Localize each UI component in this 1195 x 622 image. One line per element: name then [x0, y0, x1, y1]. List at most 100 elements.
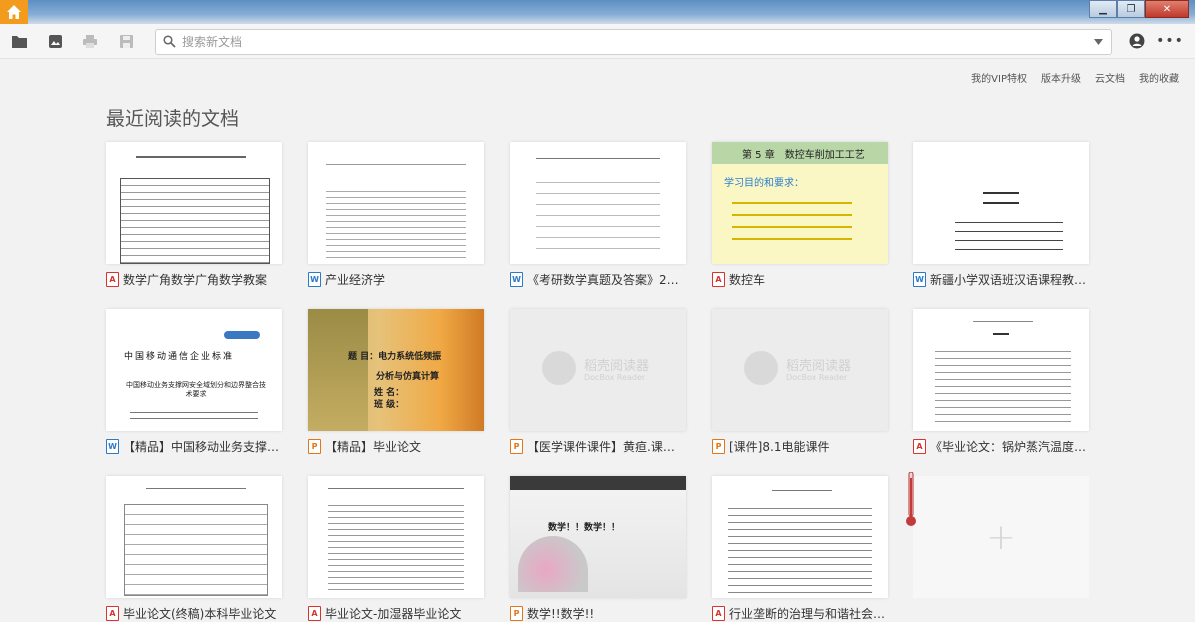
floppy-icon — [119, 34, 133, 48]
doc-card[interactable]: 稻壳阅读器 DocBox Reader P 【医学课件课件】黄疸.课件... — [510, 309, 686, 455]
doc-card[interactable]: W 产业经济学 — [308, 142, 484, 288]
open-folder-button[interactable] — [10, 32, 28, 50]
title-bar: ▁ ❐ ✕ — [0, 0, 1195, 24]
favorites-link[interactable]: 我的收藏 — [1139, 70, 1179, 85]
doc-card[interactable]: A 毕业论文(终稿)本科毕业论文 — [106, 476, 282, 622]
standard-subtitle: 中国移动业务支撑网安全域划分和边界整合技术要求 — [126, 381, 266, 398]
ppt-icon: P — [510, 439, 523, 454]
word-icon: W — [510, 272, 523, 287]
doc-thumbnail[interactable] — [106, 142, 282, 264]
close-icon: ✕ — [1162, 3, 1172, 15]
doc-title: 产业经济学 — [325, 273, 386, 287]
standard-title: 中国移动通信企业标准 — [124, 352, 235, 362]
doc-title: 【精品】毕业论文 — [325, 440, 422, 454]
doc-card[interactable]: A 数学广角数学广角数学教案 — [106, 142, 282, 288]
doc-card[interactable]: 中国移动通信企业标准 中国移动业务支撑网安全域划分和边界整合技术要求 W 【精品】… — [106, 309, 282, 455]
doc-card[interactable]: 第 5 章 数控车削加工工艺 学习目的和要求： A 数控车 — [712, 142, 888, 288]
cloud-save-button[interactable] — [46, 32, 64, 50]
thesis-class: 班 级： — [374, 400, 405, 410]
slide-title: 第 5 章 数控车削加工工艺 — [742, 150, 865, 161]
page-title: 最近阅读的文档 — [106, 108, 240, 130]
word-icon: W — [106, 439, 119, 454]
doc-thumbnail[interactable] — [712, 476, 888, 598]
toolbar: ••• — [0, 24, 1195, 59]
user-icon — [1129, 33, 1145, 49]
doc-thumbnail[interactable]: 中国移动通信企业标准 中国移动业务支撑网安全域划分和边界整合技术要求 — [106, 309, 282, 431]
minimize-button[interactable]: ▁ — [1089, 0, 1117, 18]
ppt-icon: P — [712, 439, 725, 454]
doc-thumbnail[interactable]: 稻壳阅读器 DocBox Reader — [712, 309, 888, 431]
add-document-tile[interactable]: + — [913, 476, 1089, 598]
doc-title: 数学!!数学!! — [527, 607, 595, 621]
pdf-icon: A — [308, 606, 321, 621]
doc-thumbnail[interactable] — [913, 142, 1089, 264]
doc-title: 毕业论文(终稿)本科毕业论文 — [123, 607, 277, 621]
doc-card[interactable]: 稻壳阅读器 DocBox Reader P [课件]8.1电能课件 — [712, 309, 888, 455]
slide-text: 数学！！数学！！ — [548, 523, 621, 533]
doc-title: 数学广角数学广角数学教案 — [123, 273, 268, 287]
watermark-cn: 稻壳阅读器 — [786, 359, 852, 374]
pdf-icon: A — [106, 272, 119, 287]
home-icon — [7, 5, 21, 19]
more-button[interactable]: ••• — [1156, 32, 1183, 50]
doc-thumbnail[interactable] — [510, 142, 686, 264]
doc-title: 行业垄断的治理与和谐社会的... — [729, 607, 888, 621]
chevron-down-icon[interactable] — [1094, 39, 1103, 45]
doc-thumbnail[interactable] — [308, 142, 484, 264]
plus-icon: + — [985, 516, 1017, 558]
thesis-topic-line2: 分析与仿真计算 — [376, 372, 440, 382]
printer-icon — [83, 34, 97, 48]
photo-icon — [48, 34, 62, 48]
watermark-en: DocBox Reader — [786, 373, 848, 382]
search-icon — [163, 35, 176, 48]
home-button[interactable] — [0, 0, 28, 24]
doc-thumbnail[interactable]: 数学！！数学！！ — [510, 476, 686, 598]
docbox-logo-icon — [744, 351, 778, 385]
folder-icon — [11, 35, 27, 48]
doc-card[interactable]: A 行业垄断的治理与和谐社会的... — [712, 476, 888, 622]
more-icon: ••• — [1156, 33, 1184, 49]
doc-card[interactable]: W 《考研数学真题及答案》200... — [510, 142, 686, 288]
minimize-icon: ▁ — [1099, 3, 1107, 15]
cloud-docs-link[interactable]: 云文档 — [1095, 70, 1125, 85]
docbox-logo-icon — [542, 351, 576, 385]
pdf-icon: A — [913, 439, 926, 454]
doc-thumbnail[interactable]: 稻壳阅读器 DocBox Reader — [510, 309, 686, 431]
watermark-en: DocBox Reader — [584, 373, 646, 382]
doc-thumbnail[interactable] — [913, 309, 1089, 431]
search-box[interactable] — [155, 29, 1112, 55]
doc-card[interactable]: W 新疆小学双语班汉语课程教案... — [913, 142, 1089, 288]
doc-card[interactable]: 题 目：电力系统低频振 分析与仿真计算 姓 名： 班 级： P 【精品】毕业论文 — [308, 309, 484, 455]
thermometer-icon — [906, 472, 916, 526]
doc-thumbnail[interactable] — [308, 476, 484, 598]
print-button[interactable] — [81, 32, 99, 50]
doc-title: 【医学课件课件】黄疸.课件... — [527, 440, 686, 454]
pdf-icon: A — [712, 606, 725, 621]
ppt-icon: P — [308, 439, 321, 454]
thesis-topic: 题 目：电力系统低频振 — [348, 352, 442, 362]
doc-title: 数控车 — [729, 273, 766, 287]
watermark-cn: 稻壳阅读器 — [584, 359, 650, 374]
doc-title: 《毕业论文：锅炉蒸汽温度控... — [930, 440, 1089, 454]
account-button[interactable] — [1128, 32, 1146, 50]
top-links: 我的VIP特权 版本升级 云文档 我的收藏 — [971, 70, 1179, 85]
doc-title: 【精品】中国移动业务支撑网... — [123, 440, 282, 454]
doc-card[interactable]: 数学！！数学！！ P 数学!!数学!! — [510, 476, 686, 622]
slide-heading: 学习目的和要求： — [724, 178, 804, 189]
close-button[interactable]: ✕ — [1145, 0, 1189, 18]
upgrade-link[interactable]: 版本升级 — [1041, 70, 1081, 85]
save-button[interactable] — [117, 32, 135, 50]
pdf-icon: A — [106, 606, 119, 621]
doc-thumbnail[interactable] — [106, 476, 282, 598]
doc-thumbnail[interactable]: 题 目：电力系统低频振 分析与仿真计算 姓 名： 班 级： — [308, 309, 484, 431]
doc-thumbnail[interactable]: 第 5 章 数控车削加工工艺 学习目的和要求： — [712, 142, 888, 264]
doc-title: 毕业论文-加湿器毕业论文 — [325, 607, 462, 621]
doc-title: 《考研数学真题及答案》200... — [527, 273, 686, 287]
vip-link[interactable]: 我的VIP特权 — [971, 70, 1027, 85]
search-input[interactable] — [180, 32, 1084, 52]
doc-card[interactable]: A 《毕业论文：锅炉蒸汽温度控... — [913, 309, 1089, 455]
word-icon: W — [913, 272, 926, 287]
pdf-icon: A — [712, 272, 725, 287]
doc-card[interactable]: A 毕业论文-加湿器毕业论文 — [308, 476, 484, 622]
maximize-button[interactable]: ❐ — [1117, 0, 1145, 18]
